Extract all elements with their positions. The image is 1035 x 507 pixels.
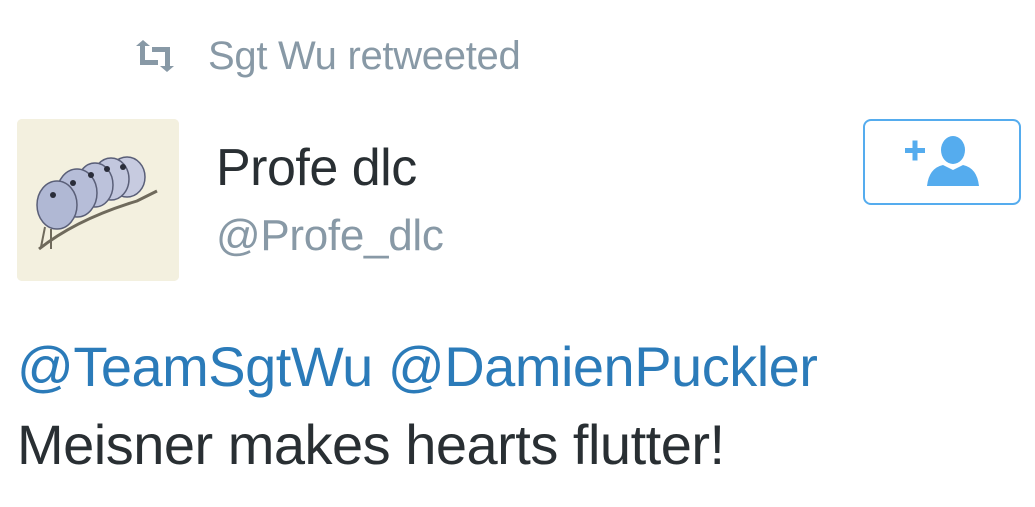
tweet-body: Meisner makes hearts flutter! <box>17 413 725 476</box>
retweet-label[interactable]: Sgt Wu retweeted <box>208 34 521 79</box>
mention-link[interactable]: @DamienPuckler <box>388 335 818 398</box>
follow-button[interactable] <box>863 119 1021 205</box>
add-user-icon <box>903 134 981 191</box>
tweet-text: @TeamSgtWu @DamienPuckler Meisner makes … <box>17 328 1027 484</box>
avatar[interactable] <box>17 119 179 281</box>
retweet-context: Sgt Wu retweeted <box>134 30 521 82</box>
mention-link[interactable]: @TeamSgtWu <box>17 335 373 398</box>
user-handle[interactable]: @Profe_dlc <box>216 211 444 261</box>
retweet-icon <box>134 40 176 72</box>
display-name[interactable]: Profe dlc <box>216 138 417 198</box>
